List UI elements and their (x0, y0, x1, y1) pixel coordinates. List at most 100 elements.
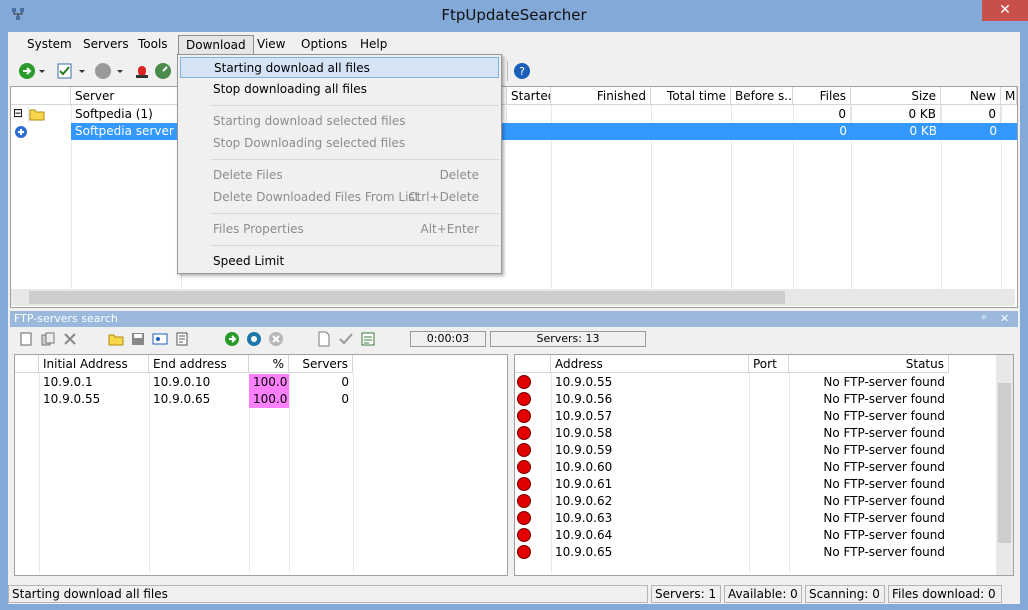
table-row[interactable]: 10.9.0.56 No FTP-server found (515, 391, 995, 408)
svg-text:?: ? (519, 65, 525, 78)
delete-icon[interactable] (62, 331, 78, 347)
pin-icon[interactable]: ᵖ (982, 312, 987, 325)
help-icon[interactable]: ? (513, 62, 531, 80)
table-row[interactable]: 10.9.0.64 No FTP-server found (515, 527, 995, 544)
menu-item-files-properties[interactable]: Files Properties Alt+Enter (180, 219, 499, 240)
record-icon[interactable] (94, 62, 112, 80)
column-header-address[interactable]: Address (551, 355, 749, 373)
table-row[interactable]: 10.9.0.57 No FTP-server found (515, 408, 995, 425)
table-row[interactable]: 10.9.0.58 No FTP-server found (515, 425, 995, 442)
menu-help[interactable]: Help (353, 35, 394, 54)
result-status: No FTP-server found (823, 477, 945, 491)
chevron-down-icon[interactable] (38, 62, 46, 80)
status-dot-icon (517, 409, 531, 423)
status-bar: Starting download all files Servers: 1 A… (8, 584, 1020, 604)
window-title: FtpUpdateSearcher (441, 6, 587, 24)
alarm-icon[interactable] (133, 62, 151, 80)
save-icon[interactable] (130, 331, 146, 347)
column-header-initial-address[interactable]: Initial Address (39, 355, 149, 373)
column-header-size[interactable]: Size (851, 87, 941, 105)
table-row[interactable]: 10.9.0.61 No FTP-server found (515, 476, 995, 493)
status-message: Starting download all files (8, 585, 648, 603)
result-address: 10.9.0.57 (555, 409, 613, 423)
menu-item-delete-downloaded[interactable]: Delete Downloaded Files From List Ctrl+De… (180, 187, 499, 208)
column-header-status[interactable]: Status (789, 355, 949, 373)
table-row[interactable]: 10.9.0.62 No FTP-server found (515, 493, 995, 510)
menu-view[interactable]: View (250, 35, 292, 54)
settings-icon[interactable] (152, 331, 168, 347)
end-address: 10.9.0.10 (153, 375, 211, 389)
start-search-icon[interactable] (224, 331, 240, 347)
checklist-icon[interactable] (56, 62, 74, 80)
column-header-started[interactable]: Started (507, 87, 551, 105)
menu-shortcut: Delete (439, 168, 479, 182)
status-dot-icon (517, 426, 531, 440)
title-bar: FtpUpdateSearcher ✕ (0, 0, 1028, 30)
column-header-percent[interactable]: % (249, 355, 289, 373)
vertical-scrollbar[interactable] (996, 355, 1013, 575)
start-icon[interactable] (18, 62, 36, 80)
speed-icon[interactable] (154, 62, 172, 80)
column-header-end-address[interactable]: End address (149, 355, 249, 373)
table-row[interactable]: 10.9.0.60 No FTP-server found (515, 459, 995, 476)
column-header-port[interactable]: Port (749, 355, 789, 373)
status-dot-icon (517, 494, 531, 508)
menu-tools[interactable]: Tools (131, 35, 175, 54)
table-row[interactable]: 10.9.0.1 10.9.0.10 100.0 0 (15, 374, 507, 391)
menu-shortcut: Ctrl+Delete (408, 190, 479, 204)
initial-address: 10.9.0.1 (43, 375, 93, 389)
menu-item-delete-files[interactable]: Delete Files Delete (180, 165, 499, 186)
result-status: No FTP-server found (823, 409, 945, 423)
menu-item-stop-download-all[interactable]: Stop downloading all files (180, 79, 499, 100)
menu-options[interactable]: Options (294, 35, 354, 54)
search-panel-header: FTP-servers search ᵖ ✕ (10, 311, 1018, 327)
table-row[interactable]: ⊟ Softpedia (1) 0 0 KB 0 (11, 106, 1017, 123)
scroll-thumb[interactable] (998, 383, 1011, 543)
chevron-down-icon[interactable] (116, 62, 124, 80)
column-header-finished[interactable]: Finished (551, 87, 651, 105)
horizontal-scrollbar[interactable] (11, 289, 1015, 306)
result-status: No FTP-server found (823, 511, 945, 525)
expand-toggle[interactable]: ⊟ (11, 106, 29, 123)
chevron-down-icon[interactable] (78, 62, 86, 80)
document-icon[interactable] (316, 331, 332, 347)
column-header-before-start[interactable]: Before s... (731, 87, 793, 105)
result-status: No FTP-server found (823, 426, 945, 440)
result-address: 10.9.0.55 (555, 375, 613, 389)
copy-icon[interactable] (40, 331, 56, 347)
menu-item-speed-limit[interactable]: Speed Limit (180, 251, 499, 272)
table-row[interactable]: 10.9.0.65 No FTP-server found (515, 544, 995, 561)
column-header-blank (15, 355, 39, 373)
column-header-servers[interactable]: Servers (289, 355, 353, 373)
column-header-expand[interactable] (11, 87, 71, 105)
stop-icon[interactable] (268, 331, 284, 347)
menu-item-stop-download-selected[interactable]: Stop Downloading selected files (180, 133, 499, 154)
elapsed-timer: 0:00:03 (410, 331, 486, 347)
table-row[interactable]: 10.9.0.63 No FTP-server found (515, 510, 995, 527)
table-row[interactable]: 10.9.0.59 No FTP-server found (515, 442, 995, 459)
menu-servers[interactable]: Servers (76, 35, 136, 54)
column-header-sort[interactable] (515, 355, 551, 373)
list-icon[interactable] (360, 331, 376, 347)
menu-item-start-download-all[interactable]: Starting download all files (180, 57, 499, 78)
refresh-icon[interactable] (246, 331, 262, 347)
open-folder-icon[interactable] (108, 331, 124, 347)
scroll-thumb[interactable] (29, 291, 785, 304)
column-header-m[interactable]: M (1001, 87, 1017, 105)
pages-icon[interactable] (174, 331, 190, 347)
result-address: 10.9.0.64 (555, 528, 613, 542)
column-header-total-time[interactable]: Total time (651, 87, 731, 105)
close-window-button[interactable]: ✕ (982, 0, 1028, 21)
table-row[interactable]: 10.9.0.55 No FTP-server found (515, 374, 995, 391)
menu-download[interactable]: Download (178, 35, 254, 54)
result-address: 10.9.0.65 (555, 545, 613, 559)
column-header-files[interactable]: Files (793, 87, 851, 105)
column-header-new[interactable]: New (941, 87, 1001, 105)
check-icon[interactable] (338, 331, 354, 347)
table-row[interactable]: 10.9.0.55 10.9.0.65 100.0 0 (15, 391, 507, 408)
menu-system[interactable]: System (20, 35, 79, 54)
menu-item-label: Files Properties (213, 222, 304, 236)
close-panel-button[interactable]: ✕ (1000, 312, 1009, 325)
new-icon[interactable] (18, 331, 34, 347)
menu-item-start-download-selected[interactable]: Starting download selected files (180, 111, 499, 132)
